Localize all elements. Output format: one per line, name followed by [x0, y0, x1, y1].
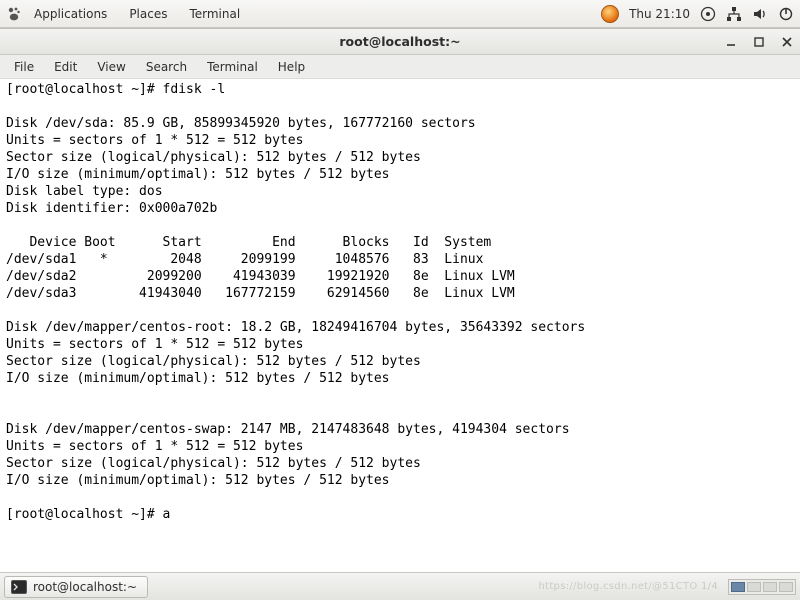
topbar-places[interactable]: Places [119, 3, 177, 25]
output-line: Disk /dev/mapper/centos-swap: 2147 MB, 2… [6, 422, 570, 437]
workspace-4[interactable] [779, 582, 793, 592]
menu-file[interactable]: File [4, 57, 44, 77]
partition-row: /dev/sda1 * 2048 2099199 1048576 83 Linu… [6, 252, 483, 267]
gnome-topbar: Applications Places Terminal Thu 21:10 [0, 0, 800, 28]
close-button[interactable] [780, 35, 794, 49]
workspace-1[interactable] [731, 582, 745, 592]
accessibility-icon[interactable] [700, 6, 716, 22]
prompt: [root@localhost ~]# [6, 82, 163, 97]
gnome-foot-icon [6, 6, 22, 22]
menu-help[interactable]: Help [268, 57, 315, 77]
output-line: Units = sectors of 1 * 512 = 512 bytes [6, 337, 303, 352]
terminal-window: root@localhost:~ File Edit View Search T… [0, 28, 800, 573]
output-line: Disk label type: dos [6, 184, 163, 199]
gnome-taskbar: root@localhost:~ https://blog.csdn.net/@… [0, 572, 800, 600]
menu-terminal[interactable]: Terminal [197, 57, 268, 77]
topbar-terminal[interactable]: Terminal [179, 3, 250, 25]
command-text: fdisk -l [163, 82, 226, 97]
minimize-button[interactable] [724, 35, 738, 49]
output-line: Disk /dev/mapper/centos-root: 18.2 GB, 1… [6, 320, 585, 335]
terminal-menubar: File Edit View Search Terminal Help [0, 55, 800, 79]
firefox-icon[interactable] [601, 5, 619, 23]
taskbar-app-terminal[interactable]: root@localhost:~ [4, 576, 148, 598]
volume-icon[interactable] [752, 6, 768, 22]
workspace-switcher[interactable] [728, 579, 796, 595]
output-line: Sector size (logical/physical): 512 byte… [6, 354, 421, 369]
workspace-2[interactable] [747, 582, 761, 592]
output-line: Units = sectors of 1 * 512 = 512 bytes [6, 439, 303, 454]
menu-edit[interactable]: Edit [44, 57, 87, 77]
output-line: Units = sectors of 1 * 512 = 512 bytes [6, 133, 303, 148]
output-line: I/O size (minimum/optimal): 512 bytes / … [6, 473, 390, 488]
workspace-3[interactable] [763, 582, 777, 592]
watermark-text: https://blog.csdn.net/@51CTO 1/4 [538, 581, 724, 592]
partition-row: /dev/sda3 41943040 167772159 62914560 8e… [6, 286, 515, 301]
terminal-output[interactable]: [root@localhost ~]# fdisk -l Disk /dev/s… [0, 79, 800, 573]
output-line: Sector size (logical/physical): 512 byte… [6, 150, 421, 165]
terminal-icon [11, 580, 27, 594]
menu-search[interactable]: Search [136, 57, 197, 77]
power-icon[interactable] [778, 6, 794, 22]
current-input: a [163, 507, 171, 522]
output-line: Disk identifier: 0x000a702b [6, 201, 217, 216]
output-line: Disk /dev/sda: 85.9 GB, 85899345920 byte… [6, 116, 476, 131]
prompt: [root@localhost ~]# [6, 507, 163, 522]
partition-header: Device Boot Start End Blocks Id System [6, 235, 491, 250]
maximize-button[interactable] [752, 35, 766, 49]
taskbar-app-label: root@localhost:~ [33, 580, 137, 594]
output-line: I/O size (minimum/optimal): 512 bytes / … [6, 167, 390, 182]
network-icon[interactable] [726, 6, 742, 22]
partition-row: /dev/sda2 2099200 41943039 19921920 8e L… [6, 269, 515, 284]
clock[interactable]: Thu 21:10 [629, 7, 690, 21]
menu-view[interactable]: View [87, 57, 135, 77]
window-titlebar[interactable]: root@localhost:~ [0, 29, 800, 55]
topbar-applications[interactable]: Applications [24, 3, 117, 25]
window-title: root@localhost:~ [0, 34, 800, 49]
output-line: Sector size (logical/physical): 512 byte… [6, 456, 421, 471]
output-line: I/O size (minimum/optimal): 512 bytes / … [6, 371, 390, 386]
